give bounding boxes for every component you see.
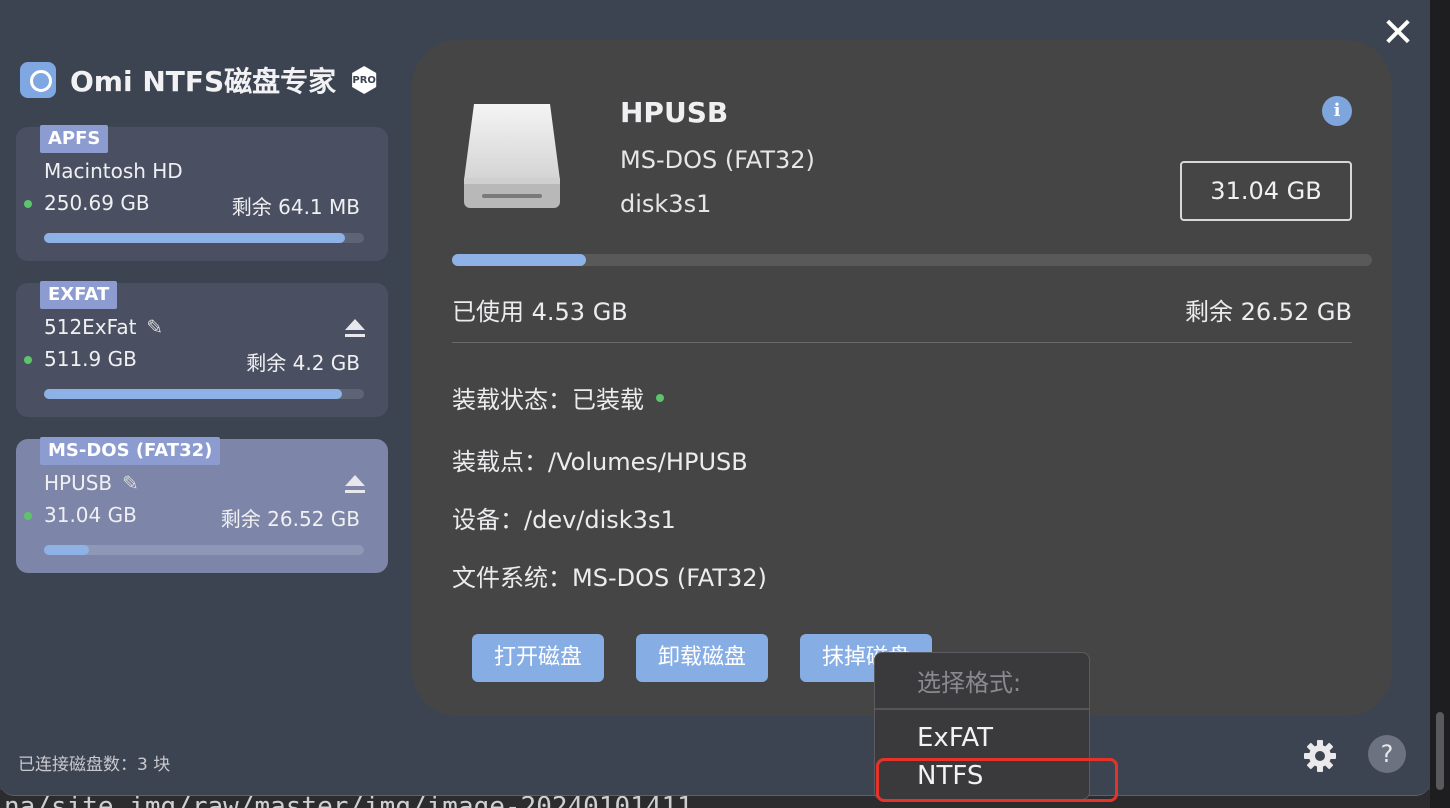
app-title: Omi NTFS磁盘专家 (70, 65, 337, 98)
close-icon[interactable]: ✕ (1378, 13, 1418, 54)
disk-card-512exfat[interactable]: EXFAT 512ExFat ✎ 511.9 GB 剩余 4.2 GB (16, 281, 388, 417)
help-icon[interactable]: ? (1368, 735, 1406, 773)
mounted-dot-icon (24, 356, 32, 364)
disk-name: HPUSB ✎ (44, 471, 139, 495)
menu-separator (875, 708, 1089, 710)
external-drive-icon (464, 104, 560, 208)
mounted-dot-icon (24, 512, 32, 520)
app-logo-icon (20, 62, 56, 98)
mounted-dot-icon (656, 393, 664, 402)
disk-identifier: disk3s1 (620, 190, 712, 218)
pencil-icon[interactable]: ✎ (122, 471, 139, 495)
disk-free: 剩余 4.2 GB (246, 351, 360, 375)
format-menu-header: 选择格式: (917, 669, 1022, 697)
disk-free: 剩余 26.52 GB (220, 507, 360, 531)
eject-icon[interactable] (344, 319, 366, 339)
background-scrollbar (1430, 0, 1450, 808)
usage-fill (44, 389, 342, 399)
disk-title: HPUSB (620, 96, 729, 129)
usage-bar (452, 254, 1372, 266)
fs-tag: EXFAT (40, 281, 118, 309)
app-window: ✕ Omi NTFS磁盘专家 PRO APFS Macintosh HD 250… (0, 0, 1430, 802)
usage-bar (44, 545, 364, 555)
disk-size: 250.69 GB (44, 191, 150, 215)
disk-filesystem: MS-DOS (FAT32) (620, 146, 815, 174)
ntfs-highlight-box (876, 758, 1118, 802)
usage-fill (44, 545, 89, 555)
usage-bar (44, 233, 364, 243)
pro-badge: PRO (352, 66, 377, 94)
unmount-disk-button[interactable]: 卸载磁盘 (636, 634, 769, 682)
fs-tag: MS-DOS (FAT32) (40, 437, 221, 465)
mount-point: 装载点：/Volumes/HPUSB (452, 448, 748, 476)
fs-tag: APFS (40, 125, 109, 153)
usage-bar (44, 389, 364, 399)
info-icon[interactable]: i (1322, 96, 1352, 126)
usage-fill (44, 233, 345, 243)
remaining-space: 剩余 26.52 GB (1184, 298, 1352, 326)
used-space: 已使用 4.53 GB (452, 298, 628, 326)
app-header: Omi NTFS磁盘专家 PRO (20, 60, 378, 100)
disk-size: 511.9 GB (44, 347, 137, 371)
disk-free: 剩余 64.1 MB (231, 195, 360, 219)
disk-name: Macintosh HD (44, 159, 183, 183)
divider (452, 342, 1352, 343)
capacity-box: 31.04 GB (1180, 161, 1352, 221)
disk-name: 512ExFat ✎ (44, 315, 164, 339)
disk-card-hpusb[interactable]: MS-DOS (FAT32) HPUSB ✎ 31.04 GB 剩余 26.52 … (16, 437, 388, 573)
usage-fill (452, 254, 587, 266)
disk-card-macintosh-hd[interactable]: APFS Macintosh HD 250.69 GB 剩余 64.1 MB (16, 125, 388, 261)
eject-icon[interactable] (344, 475, 366, 495)
file-system: 文件系统：MS-DOS (FAT32) (452, 564, 767, 592)
gear-icon[interactable] (1302, 738, 1338, 774)
menu-item-exfat[interactable]: ExFAT (917, 723, 993, 753)
disk-size: 31.04 GB (44, 503, 137, 527)
open-disk-button[interactable]: 打开磁盘 (472, 634, 605, 682)
device-path: 设备：/dev/disk3s1 (452, 506, 676, 534)
connected-disk-count: 已连接磁盘数：3 块 (18, 755, 171, 775)
scrollbar-thumb[interactable] (1436, 712, 1444, 790)
disk-detail-panel: HPUSB MS-DOS (FAT32) disk3s1 i 31.04 GB … (412, 40, 1392, 716)
mount-status: 装载状态：已装载 (452, 380, 664, 415)
pencil-icon[interactable]: ✎ (146, 315, 163, 339)
mounted-dot-icon (24, 200, 32, 208)
